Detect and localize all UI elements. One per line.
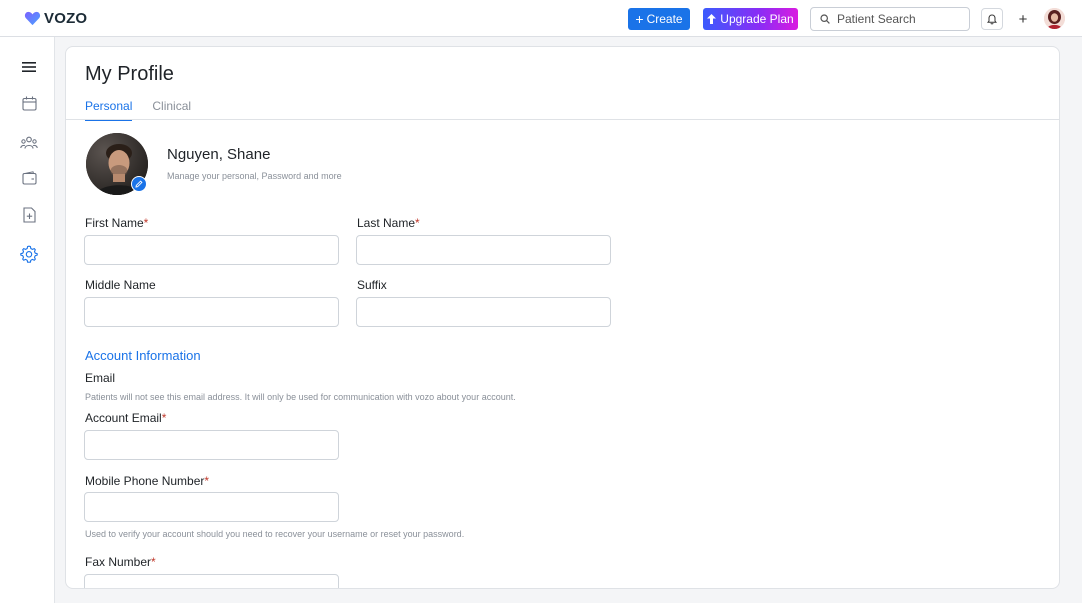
upgrade-plan-label: Upgrade Plan <box>720 12 794 26</box>
tab-clinical[interactable]: Clinical <box>152 99 191 121</box>
last-name-label: Last Name* <box>357 216 420 230</box>
required-mark: * <box>143 216 149 230</box>
first-name-field[interactable] <box>84 235 339 265</box>
required-mark: * <box>151 555 156 569</box>
middle-name-label: Middle Name <box>85 278 156 292</box>
middle-name-field[interactable] <box>84 297 339 327</box>
bell-icon <box>987 13 997 24</box>
plus-icon: + <box>635 11 644 27</box>
page-title: My Profile <box>85 63 174 85</box>
user-avatar[interactable] <box>1044 8 1065 29</box>
menu-icon[interactable] <box>19 57 39 77</box>
profile-card: My Profile Personal Clinical Nguyen, Sha… <box>65 46 1060 589</box>
patient-search-input[interactable] <box>837 12 957 26</box>
mobile-phone-label: Mobile Phone Number* <box>85 474 209 488</box>
heart-logo-icon <box>24 11 41 26</box>
add-icon: + <box>1018 10 1028 28</box>
first-name-label: First Name* <box>85 216 148 230</box>
logo-text: VOZO <box>44 10 88 27</box>
mobile-phone-label-text: Mobile Phone Number <box>85 474 205 488</box>
email-helper-text: Patients will not see this email address… <box>85 392 516 402</box>
profile-subtitle: Manage your personal, Password and more <box>167 171 342 181</box>
notifications-button[interactable] <box>981 8 1003 30</box>
create-button-label: Create <box>646 12 683 26</box>
first-name-label-text: First Name <box>85 216 144 230</box>
account-email-field[interactable] <box>84 430 339 460</box>
top-bar: VOZO + Create Upgrade Plan + <box>0 0 1082 37</box>
suffix-field[interactable] <box>356 297 611 327</box>
profile-name: Nguyen, Shane <box>167 146 271 163</box>
mobile-phone-field[interactable] <box>84 492 339 522</box>
arrow-up-icon <box>707 14 717 24</box>
last-name-field[interactable] <box>356 235 611 265</box>
upgrade-plan-button[interactable]: Upgrade Plan <box>703 8 798 30</box>
quick-add-button[interactable]: + <box>1012 8 1034 30</box>
calendar-icon[interactable] <box>19 93 39 113</box>
tab-divider <box>66 119 1059 120</box>
tab-personal[interactable]: Personal <box>85 99 133 121</box>
last-name-label-text: Last Name <box>357 216 416 230</box>
suffix-label: Suffix <box>357 278 387 292</box>
pencil-icon <box>135 180 143 188</box>
vozo-logo[interactable]: VOZO <box>24 10 87 27</box>
edit-photo-button[interactable] <box>131 176 147 192</box>
fax-number-label: Fax Number* <box>85 555 156 569</box>
settings-icon[interactable] <box>19 244 39 264</box>
account-email-label-text: Account Email <box>85 411 162 425</box>
fax-number-field[interactable] <box>84 574 339 588</box>
patient-search[interactable] <box>810 7 970 31</box>
user-avatar-image <box>1044 8 1065 29</box>
profile-tabs: Personal Clinical <box>85 99 191 121</box>
fax-number-label-text: Fax Number <box>85 555 152 569</box>
wallet-icon[interactable] <box>19 168 39 188</box>
account-information-heading: Account Information <box>85 348 201 363</box>
document-add-icon[interactable] <box>19 205 39 225</box>
create-button[interactable]: + Create <box>628 8 690 30</box>
required-mark: * <box>415 216 420 230</box>
search-icon <box>820 14 830 24</box>
mobile-helper-text: Used to verify your account should you n… <box>85 529 465 539</box>
sidebar <box>0 37 55 603</box>
required-mark: * <box>161 411 167 425</box>
email-label: Email <box>85 371 116 385</box>
account-email-label: Account Email* <box>85 411 166 425</box>
required-mark: * <box>204 474 210 488</box>
patients-icon[interactable] <box>19 133 39 153</box>
